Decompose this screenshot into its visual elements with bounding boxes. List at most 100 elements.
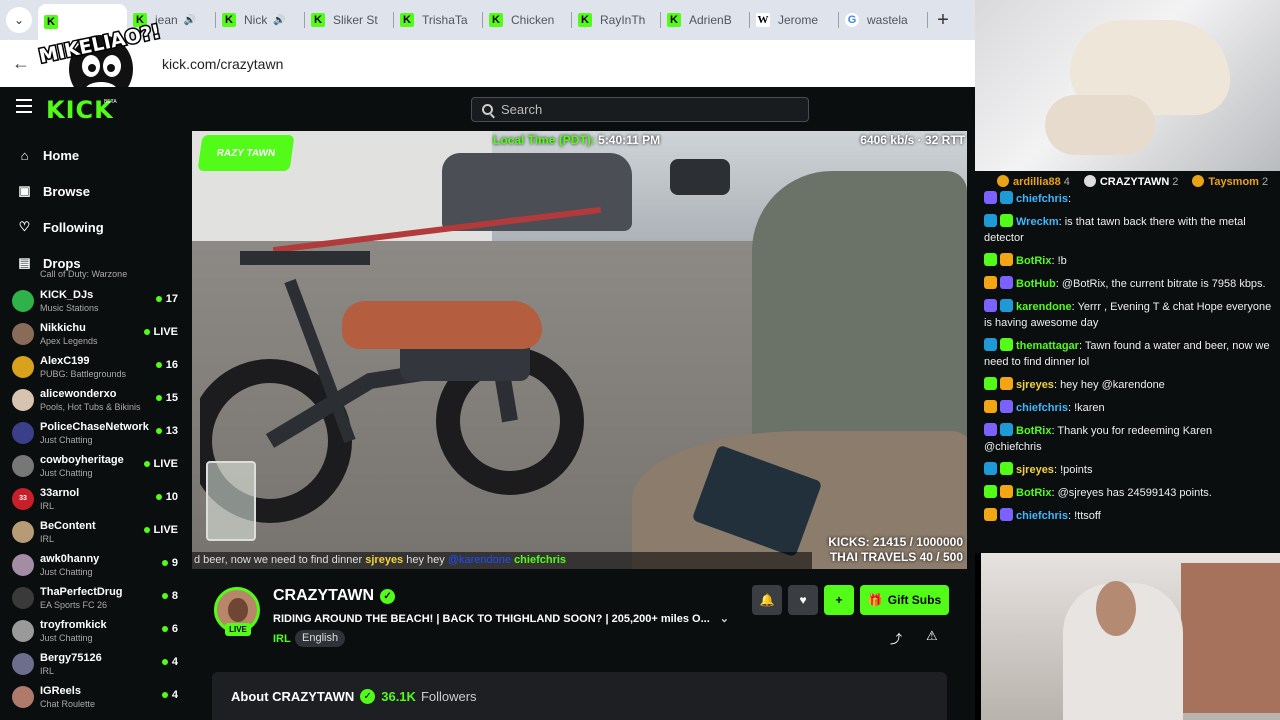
share-icon[interactable]: ⤴ <box>890 630 902 647</box>
viewer-count: 8 <box>161 590 178 602</box>
followed-channel[interactable]: alicewonderxo Pools, Hot Tubs & Bikinis 15 <box>0 383 192 416</box>
followed-channel[interactable]: BeContent IRL LIVE <box>0 515 192 548</box>
chat-username[interactable]: Wreckm <box>1016 216 1059 228</box>
stream-category[interactable]: IRL <box>273 633 291 645</box>
kick-favicon-icon: K <box>667 13 681 27</box>
report-icon[interactable]: ⚠ <box>926 628 938 644</box>
bell-icon: 🔔 <box>759 593 775 607</box>
screen: ⌄ K Kjean 🔊 K Nick 🔊 K Sliker St K TrishaTa K Chick… <box>0 0 1280 720</box>
chat-badge-icon <box>1000 214 1013 227</box>
live-dot-icon <box>161 593 168 599</box>
browser-tab[interactable]: K TrishaTa <box>394 0 483 40</box>
chat-text: !b <box>1057 255 1067 267</box>
url-field[interactable]: kick.com/crazytawn <box>162 56 283 72</box>
chat-username[interactable]: chiefchris <box>1016 510 1068 522</box>
avatar <box>12 421 34 444</box>
browser-tab[interactable]: K Chicken <box>483 0 572 40</box>
kicks-goal: KICKS: 21415 / 1000000 <box>828 535 963 549</box>
viewer-count: 6 <box>161 623 178 635</box>
speaker-icon[interactable]: 🔊 <box>273 15 285 26</box>
heart-icon: ♥ <box>799 593 807 607</box>
chat-username[interactable]: karendone <box>1016 301 1072 313</box>
followed-channel[interactable]: ThaPerfectDrug EA Sports FC 26 8 <box>0 581 192 614</box>
chat-badge-icon <box>1000 191 1013 204</box>
browser-tab[interactable]: W Jerome <box>750 0 839 40</box>
chat-badge-icon <box>984 299 997 312</box>
chat-message: chiefchris: <box>975 188 1280 211</box>
chat-username[interactable]: themattagar <box>1016 340 1079 352</box>
thai-travels-goal: THAI TRAVELS 40 / 500 <box>829 550 963 564</box>
followed-channel[interactable]: KICK_DJs Music Stations 17 <box>0 284 192 317</box>
video-scene-mug <box>206 461 256 541</box>
video-scene-car <box>670 159 730 195</box>
tab-list-dropdown-icon[interactable]: ⌄ <box>6 7 32 33</box>
chat-username[interactable]: sjreyes <box>1016 464 1054 476</box>
chat-username[interactable]: BotRix <box>1016 255 1051 267</box>
main-content: RAZY TAWN Local Time (PDT): 5:40:11 PM 6… <box>192 131 975 720</box>
channel-name[interactable]: CRAZYTAWN ✓ <box>273 587 396 605</box>
subscribe-button[interactable]: + <box>824 585 854 615</box>
browser-tab[interactable]: K Nick 🔊 <box>216 0 305 40</box>
notifications-button[interactable]: 🔔 <box>752 585 782 615</box>
chat-username[interactable]: chiefchris <box>1016 193 1068 205</box>
goal-overlay: KICKS: 21415 / 1000000 THAI TRAVELS 40 /… <box>828 535 963 565</box>
about-section: About CRAZYTAWN ✓ 36.1K Followers <box>212 672 947 720</box>
sidebar-nav-browse[interactable]: ▣ Browse <box>0 173 192 209</box>
sidebar-nav-home[interactable]: ⌂ Home <box>0 137 192 173</box>
browser-tab[interactable]: Gwastela <box>839 0 928 40</box>
chat-badge-icon <box>1000 485 1013 498</box>
avatar <box>12 553 34 576</box>
cat-camera-overlay <box>975 0 1280 171</box>
tab-strip: K Kjean 🔊 K Nick 🔊 K Sliker St K TrishaTa K Chicken… <box>38 0 928 40</box>
avatar <box>12 454 34 477</box>
chevron-down-icon[interactable]: ⌄ <box>720 613 729 625</box>
sidebar-nav-following[interactable]: ♡ Following <box>0 209 192 245</box>
chat-message: BotRix: @sjreyes has 24599143 points. <box>975 482 1280 505</box>
followed-channel[interactable]: troyfromkick Just Chatting 6 <box>0 614 192 647</box>
live-dot-icon <box>161 626 168 632</box>
live-indicator: LIVE <box>143 326 178 338</box>
live-dot-icon <box>155 296 162 302</box>
followed-channel[interactable]: IGReels Chat Roulette 4 <box>0 680 192 713</box>
speaker-icon[interactable]: 🔊 <box>184 15 196 26</box>
chat-message: BotRix: !b <box>975 250 1280 273</box>
followed-channel[interactable]: cowboyheritage Just Chatting LIVE <box>0 449 192 482</box>
gift-subs-button[interactable]: 🎁 Gift Subs <box>860 585 949 615</box>
follow-button[interactable]: ♥ <box>788 585 818 615</box>
chat-badge-icon <box>984 377 997 390</box>
chat-message: karendone: Yerrr , Evening T & chat Hope… <box>984 299 1272 329</box>
followed-channel[interactable]: Bergy75126 IRL 4 <box>0 647 192 680</box>
search-input[interactable]: Search <box>471 97 809 122</box>
verified-icon: ✓ <box>360 688 376 704</box>
followed-channel[interactable]: 33 33arnol IRL 10 <box>0 482 192 515</box>
leaderboard-entry[interactable]: ardillia88 4 <box>997 175 1070 188</box>
avatar <box>12 586 34 609</box>
avatar <box>12 322 34 345</box>
new-tab-button[interactable]: + <box>928 5 958 35</box>
followers-label: Followers <box>420 688 477 704</box>
browser-tab[interactable]: K AdrienB <box>661 0 750 40</box>
chat-username[interactable]: BotHub <box>1016 278 1056 290</box>
video-player[interactable]: RAZY TAWN Local Time (PDT): 5:40:11 PM 6… <box>192 131 967 569</box>
browser-tab[interactable]: K RayInTh <box>572 0 661 40</box>
followed-channel[interactable]: Nikkichu Apex Legends LIVE <box>0 317 192 350</box>
followed-channel[interactable]: awk0hanny Just Chatting 9 <box>0 548 192 581</box>
video-scene-ebike <box>200 251 584 523</box>
followed-channel[interactable]: AlexC199 PUBG: Battlegrounds 16 <box>0 350 192 383</box>
leaderboard-entry[interactable]: CRAZYTAWN 2 <box>1083 175 1178 188</box>
live-dot-icon <box>143 461 150 467</box>
chat-username[interactable]: BotRix <box>1016 487 1051 499</box>
avatar <box>12 388 34 411</box>
back-arrow-icon[interactable]: ← <box>12 53 36 74</box>
chat-username[interactable]: chiefchris <box>1016 402 1068 414</box>
language-tag[interactable]: English <box>295 630 346 647</box>
chat-badge-icon <box>1000 462 1013 475</box>
browser-tab[interactable]: K Sliker St <box>305 0 394 40</box>
browse-icon: ▣ <box>18 183 31 198</box>
menu-icon[interactable] <box>16 99 32 113</box>
chat-username[interactable]: sjreyes <box>1016 379 1054 391</box>
chat-username[interactable]: BotRix <box>1016 425 1051 437</box>
leaderboard-entry[interactable]: Taysmom 2 <box>1192 175 1268 188</box>
followed-channel[interactable]: PoliceChaseNetwork Just Chatting 13 <box>0 416 192 449</box>
viewer-count: 9 <box>161 557 178 569</box>
